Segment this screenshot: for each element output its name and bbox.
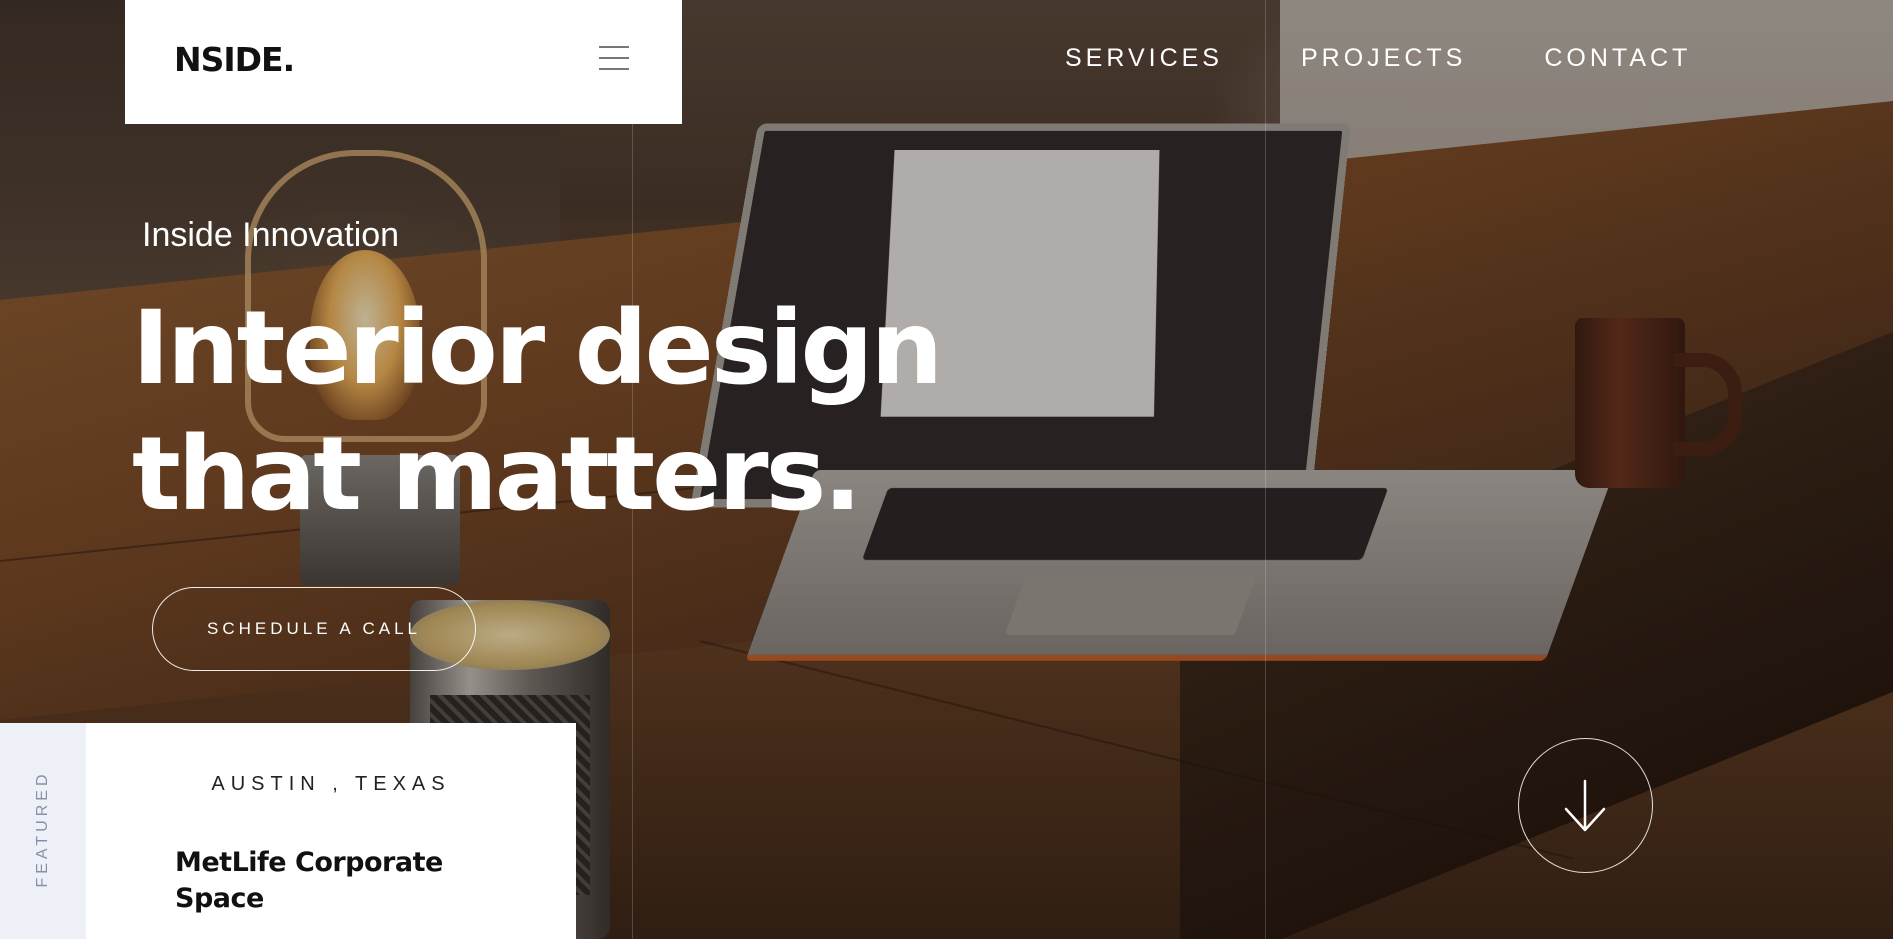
featured-label: FEATURED xyxy=(34,770,51,888)
brand-header-box: NSIDE. xyxy=(125,0,682,124)
featured-project-card[interactable]: FEATURED AUSTIN , TEXAS MetLife Corporat… xyxy=(0,723,576,939)
featured-side-strip: FEATURED xyxy=(0,723,86,939)
nav-link-services[interactable]: SERVICES xyxy=(1065,44,1223,73)
scroll-down-button[interactable] xyxy=(1518,738,1653,873)
site-logo[interactable]: NSIDE. xyxy=(174,40,295,79)
hero-headline-line-1: Interior design xyxy=(132,289,943,408)
top-navigation: SERVICES PROJECTS CONTACT xyxy=(1065,44,1691,73)
schedule-call-button[interactable]: SCHEDULE A CALL xyxy=(152,587,476,671)
featured-location: AUSTIN , TEXAS xyxy=(211,773,451,795)
arrow-down-icon xyxy=(1564,779,1606,832)
hamburger-menu-icon[interactable] xyxy=(599,46,629,76)
hero-eyebrow: Inside Innovation xyxy=(142,216,400,254)
featured-project-title[interactable]: MetLife Corporate Space xyxy=(175,845,495,917)
grid-column-line xyxy=(1265,0,1266,939)
hero-headline: Interior design that matters. xyxy=(132,286,943,538)
hero-headline-line-2: that matters. xyxy=(132,415,862,534)
nav-link-contact[interactable]: CONTACT xyxy=(1544,44,1691,73)
nav-link-projects[interactable]: PROJECTS xyxy=(1301,44,1466,73)
